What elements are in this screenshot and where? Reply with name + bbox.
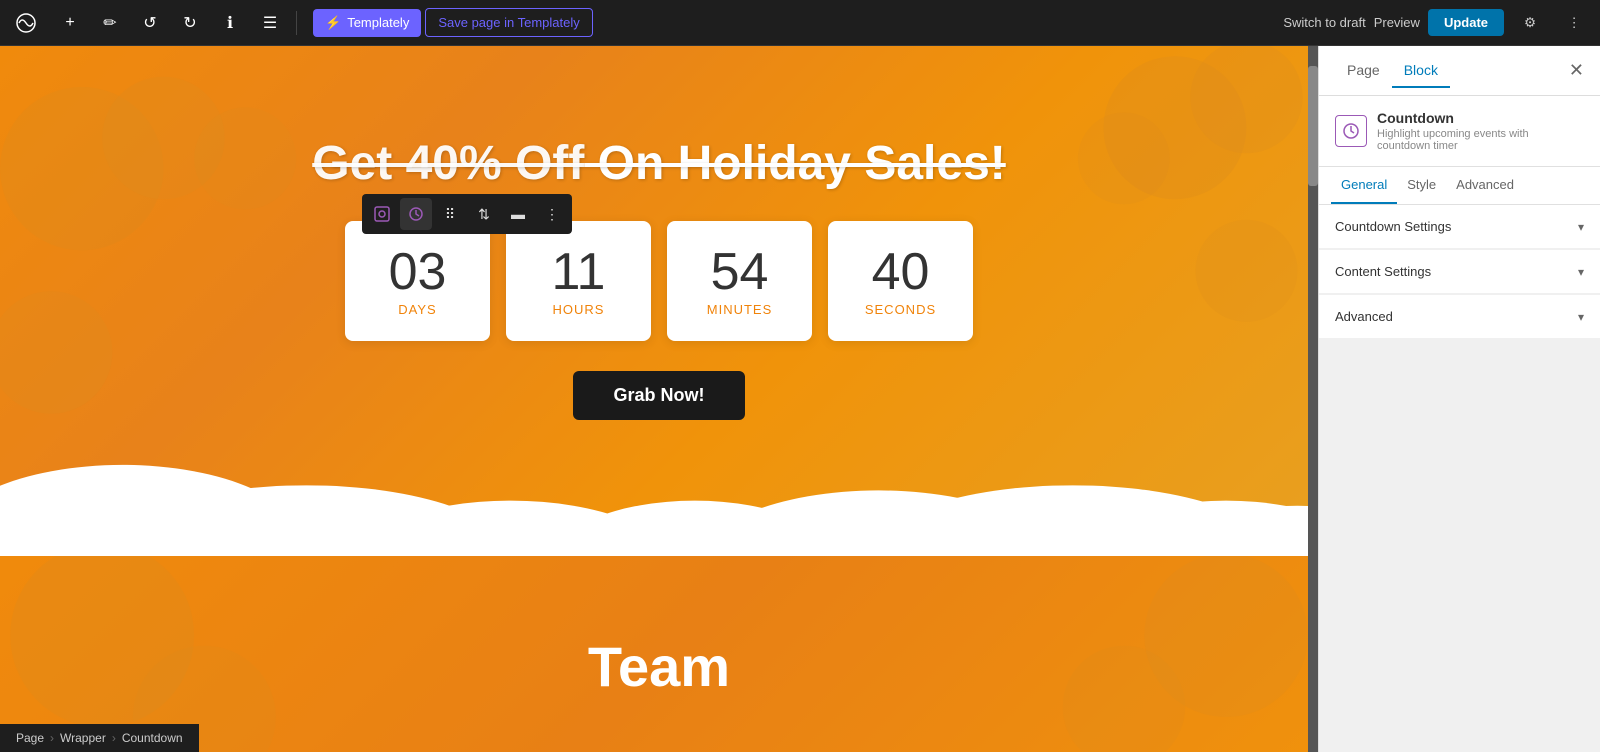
countdown-timer: 03 DAYS 11 HOURS 54 MINUTES 40 SECONDS [345, 221, 973, 341]
canvas-scrollbar[interactable] [1308, 46, 1318, 752]
right-panel: Page Block ✕ Countdown Highlight upcomin… [1318, 46, 1600, 752]
more-block-options-button[interactable]: ⋮ [536, 198, 568, 230]
countdown-block-icon [1335, 115, 1367, 147]
panel-tabs: Page Block [1335, 54, 1450, 88]
breadcrumb-countdown: Countdown [122, 731, 183, 745]
accordion-countdown-settings-label: Countdown Settings [1335, 219, 1451, 234]
drag-handle-button[interactable]: ⠿ [434, 198, 466, 230]
accordion-content-settings-label: Content Settings [1335, 264, 1431, 279]
update-button[interactable]: Update [1428, 9, 1504, 36]
top-right-actions: Switch to draft Preview Update ⚙ ⋮ [1283, 5, 1592, 41]
add-block-button[interactable]: + [52, 5, 88, 41]
minutes-label: MINUTES [707, 302, 773, 317]
breadcrumb: Page › Wrapper › Countdown [0, 724, 199, 752]
top-toolbar: + ✏ ↺ ↻ ℹ ☰ ⚡ Templately Save page in Te… [0, 0, 1600, 46]
page-content: ⠿ ⇅ ▬ ⋮ Get 40% Off On Holiday Sales! 03… [0, 46, 1318, 752]
switch-draft-button[interactable]: Switch to draft [1283, 15, 1365, 30]
canvas-scrollbar-thumb[interactable] [1308, 66, 1318, 186]
minutes-value: 54 [711, 246, 769, 298]
accordion-countdown-settings-arrow: ▾ [1578, 220, 1584, 234]
timer-days: 03 DAYS [345, 221, 490, 341]
tab-block[interactable]: Block [1392, 54, 1450, 88]
wp-logo [8, 5, 44, 41]
sub-tab-advanced[interactable]: Advanced [1446, 167, 1524, 204]
grab-now-button[interactable]: Grab Now! [573, 371, 744, 420]
timer-seconds: 40 SECONDS [828, 221, 973, 341]
days-label: DAYS [398, 302, 436, 317]
timer-minutes: 54 MINUTES [667, 221, 812, 341]
accordion-content-settings-arrow: ▾ [1578, 265, 1584, 279]
hero-section: ⠿ ⇅ ▬ ⋮ Get 40% Off On Holiday Sales! 03… [0, 46, 1318, 556]
timer-hours: 11 HOURS [506, 221, 651, 341]
breadcrumb-sep-2: › [112, 731, 116, 745]
block-info: Countdown Highlight upcoming events with… [1319, 96, 1600, 167]
hours-value: 11 [552, 246, 606, 298]
breadcrumb-sep-1: › [50, 731, 54, 745]
block-type-button[interactable] [366, 198, 398, 230]
hero-title: Get 40% Off On Holiday Sales! [312, 136, 1006, 191]
close-panel-button[interactable]: ✕ [1569, 60, 1584, 81]
sub-tab-general[interactable]: General [1331, 167, 1397, 204]
redo-button[interactable]: ↻ [172, 5, 208, 41]
align-button[interactable]: ▬ [502, 198, 534, 230]
countdown-icon-button[interactable] [400, 198, 432, 230]
save-page-button[interactable]: Save page in Templately [425, 8, 592, 37]
block-name: Countdown [1377, 110, 1584, 126]
preview-button[interactable]: Preview [1374, 15, 1420, 30]
accordion-advanced-arrow: ▾ [1578, 310, 1584, 324]
main-layout: ⠿ ⇅ ▬ ⋮ Get 40% Off On Holiday Sales! 03… [0, 46, 1600, 752]
team-title: Team [588, 634, 730, 699]
block-info-text: Countdown Highlight upcoming events with… [1377, 110, 1584, 152]
block-toolbar: ⠿ ⇅ ▬ ⋮ [362, 194, 572, 234]
more-options-button[interactable]: ⋮ [1556, 5, 1592, 41]
templately-button[interactable]: ⚡ Templately [313, 9, 421, 37]
accordion-advanced: Advanced ▾ [1319, 295, 1600, 338]
accordion-countdown-settings-header[interactable]: Countdown Settings ▾ [1319, 205, 1600, 248]
list-view-button[interactable]: ☰ [252, 5, 288, 41]
breadcrumb-page: Page [16, 731, 44, 745]
title-rest: On Holiday Sales! [584, 137, 1005, 190]
team-section: Team [0, 556, 1318, 752]
info-button[interactable]: ℹ [212, 5, 248, 41]
undo-button[interactable]: ↺ [132, 5, 168, 41]
sub-tabs: General Style Advanced [1319, 167, 1600, 205]
templately-icon: ⚡ [325, 15, 341, 31]
block-desc: Highlight upcoming events with countdown… [1377, 128, 1584, 152]
breadcrumb-wrapper: Wrapper [60, 731, 106, 745]
panel-header: Page Block ✕ [1319, 46, 1600, 96]
templately-label: Templately [347, 15, 409, 30]
days-value: 03 [389, 246, 447, 298]
accordion-countdown-settings: Countdown Settings ▾ [1319, 205, 1600, 248]
toolbar-divider [296, 11, 297, 35]
sub-tab-style[interactable]: Style [1397, 167, 1446, 204]
accordion-content-settings-header[interactable]: Content Settings ▾ [1319, 250, 1600, 293]
accordion-advanced-header[interactable]: Advanced ▾ [1319, 295, 1600, 338]
move-up-down-button[interactable]: ⇅ [468, 198, 500, 230]
hours-label: HOURS [553, 302, 605, 317]
tab-page[interactable]: Page [1335, 54, 1392, 88]
canvas-area: ⠿ ⇅ ▬ ⋮ Get 40% Off On Holiday Sales! 03… [0, 46, 1318, 752]
settings-button[interactable]: ⚙ [1512, 5, 1548, 41]
panel-body: Countdown Settings ▾ Content Settings ▾ … [1319, 205, 1600, 752]
title-strikethrough: Get 40% Off [312, 137, 584, 190]
accordion-content-settings: Content Settings ▾ [1319, 250, 1600, 293]
tools-button[interactable]: ✏ [92, 5, 128, 41]
seconds-label: SECONDS [865, 302, 936, 317]
accordion-advanced-label: Advanced [1335, 309, 1393, 324]
seconds-value: 40 [872, 246, 930, 298]
